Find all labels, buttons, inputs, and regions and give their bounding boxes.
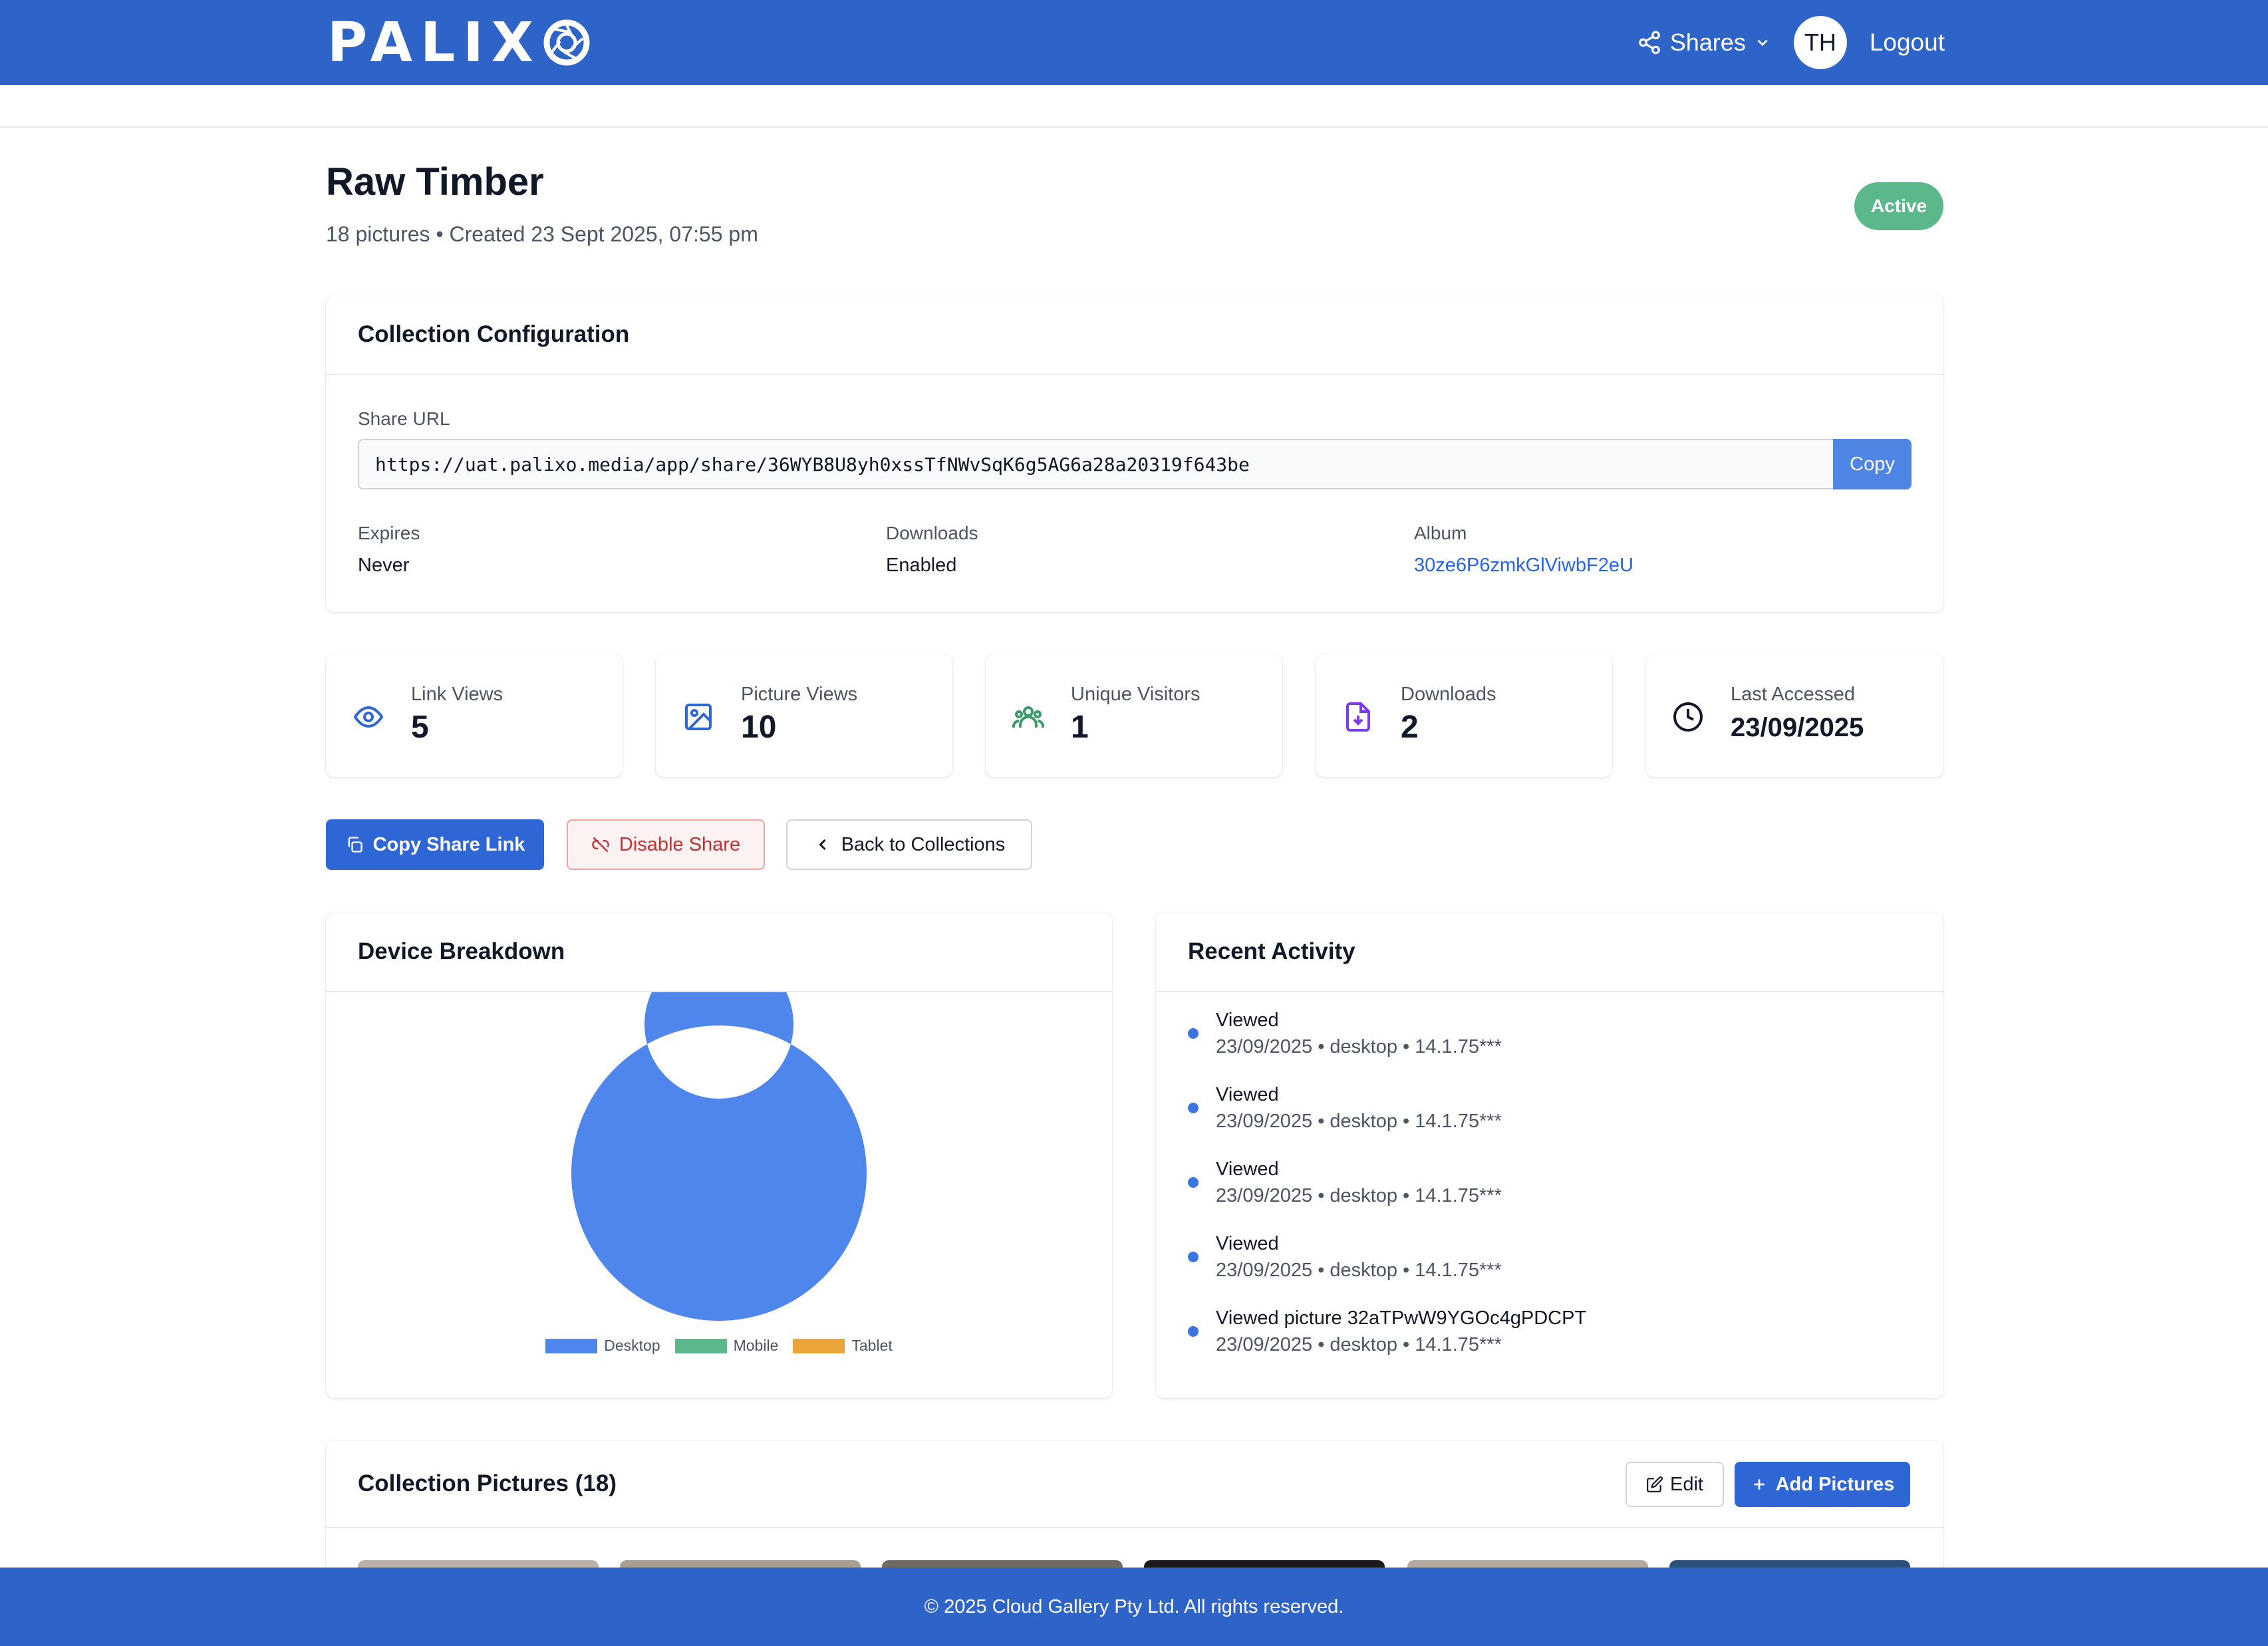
page-title: Raw Timber: [326, 160, 544, 204]
chevron-down-icon: [1757, 39, 1768, 47]
activity-dot: [1188, 1103, 1199, 1113]
plus-icon: [1753, 1479, 1765, 1490]
users-icon: [1012, 706, 1044, 728]
stat-value: 10: [741, 710, 777, 745]
clock-icon: [1673, 702, 1703, 732]
disable-share-button[interactable]: Disable Share: [567, 819, 765, 870]
stat-card-picture-views: Picture Views 10: [656, 654, 952, 777]
eye-icon: [353, 706, 384, 728]
downloads-label: Downloads: [886, 523, 978, 543]
stat-label: Downloads: [1401, 684, 1496, 705]
stat-label: Unique Visitors: [1071, 684, 1201, 705]
edit-icon: [1647, 1476, 1663, 1492]
recent-activity-card: Recent Activity Viewed 23/09/2025 • desk…: [1156, 912, 1943, 1398]
logo-text: PALIX: [327, 11, 542, 74]
stat-label: Last Accessed: [1731, 684, 1855, 705]
page-footer: © 2025 Cloud Gallery Pty Ltd. All rights…: [0, 1568, 2268, 1646]
shares-menu-button[interactable]: Shares: [1637, 29, 1771, 57]
card-heading: Recent Activity: [1156, 912, 1943, 992]
share-url-label: Share URL: [358, 408, 450, 429]
legend-item-tablet[interactable]: Tablet: [793, 1337, 893, 1355]
status-badge: Active: [1854, 182, 1943, 230]
add-pictures-button[interactable]: Add Pictures: [1735, 1462, 1910, 1507]
file-download-icon: [1346, 702, 1370, 732]
downloads-value: Enabled: [886, 555, 957, 576]
album-link[interactable]: 30ze6P6zmkGlViwbF2eU: [1414, 555, 1633, 577]
sub-header-divider: [0, 85, 2268, 128]
stat-value: 5: [411, 710, 429, 745]
stat-label: Link Views: [411, 684, 503, 705]
device-breakdown-card: Device Breakdown Desktop Mobile Tablet: [326, 912, 1112, 1398]
chevron-left-icon: [819, 839, 826, 851]
legend-label: Mobile: [733, 1337, 779, 1354]
footer-copyright: © 2025 Cloud Gallery Pty Ltd. All rights…: [924, 1595, 1344, 1617]
activity-dot: [1188, 1252, 1199, 1262]
activity-meta: 23/09/2025 • desktop • 14.1.75***: [1216, 1334, 1502, 1355]
logout-link[interactable]: Logout: [1870, 29, 1945, 57]
copy-share-link-button[interactable]: Copy Share Link: [326, 819, 544, 870]
activity-title: Viewed: [1216, 1084, 1279, 1105]
legend-item-desktop[interactable]: Desktop: [545, 1337, 660, 1355]
activity-dot: [1188, 1326, 1199, 1337]
button-label: Add Pictures: [1775, 1473, 1895, 1495]
button-label: Disable Share: [619, 833, 741, 855]
nav-right: Shares TH Logout: [1637, 13, 1945, 72]
back-to-collections-button[interactable]: Back to Collections: [786, 819, 1032, 870]
stat-value: 1: [1071, 710, 1089, 745]
legend-swatch: [545, 1338, 598, 1353]
collection-configuration-card: Collection Configuration Share URL https…: [326, 295, 1943, 612]
shares-label: Shares: [1669, 29, 1746, 56]
aperture-icon: [543, 19, 590, 66]
chart-legend: Desktop Mobile Tablet: [326, 1337, 1112, 1355]
legend-swatch: [674, 1338, 727, 1353]
collection-meta: 18 pictures • Created 23 Sept 2025, 07:5…: [326, 222, 758, 246]
button-label: Copy Share Link: [372, 833, 525, 855]
card-heading: Collection Configuration: [326, 295, 1943, 375]
palixo-logo[interactable]: PALIX: [327, 11, 591, 74]
activity-meta: 23/09/2025 • desktop • 14.1.75***: [1216, 1185, 1502, 1206]
activity-title: Viewed: [1216, 1010, 1279, 1031]
album-label: Album: [1414, 523, 1467, 543]
stat-card-unique-visitors: Unique Visitors 1: [986, 654, 1282, 777]
activity-title: Viewed picture 32aTPwW9YGOc4gPDCPT: [1216, 1307, 1587, 1329]
expires-label: Expires: [358, 523, 420, 543]
activity-title: Viewed: [1216, 1233, 1279, 1254]
stat-card-last-accessed: Last Accessed 23/09/2025: [1645, 654, 1943, 777]
card-heading: Device Breakdown: [326, 912, 1112, 992]
legend-swatch: [793, 1338, 845, 1353]
copy-icon: [348, 837, 362, 853]
edit-pictures-button[interactable]: Edit: [1626, 1462, 1724, 1507]
expires-value: Never: [358, 555, 410, 576]
activity-meta: 23/09/2025 • desktop • 14.1.75***: [1216, 1111, 1502, 1132]
image-icon: [685, 704, 712, 730]
top-navbar: PALIX Shares TH Logout: [0, 0, 2268, 85]
activity-meta: 23/09/2025 • desktop • 14.1.75***: [1216, 1036, 1502, 1057]
activity-title: Viewed: [1216, 1159, 1279, 1180]
stat-value: 2: [1401, 710, 1419, 745]
button-label: Back to Collections: [841, 833, 1006, 855]
activity-dot: [1188, 1028, 1199, 1039]
activity-dot: [1188, 1177, 1199, 1188]
activity-meta: 23/09/2025 • desktop • 14.1.75***: [1216, 1260, 1502, 1281]
copy-url-button[interactable]: Copy: [1833, 439, 1912, 489]
user-avatar[interactable]: TH: [1793, 16, 1847, 69]
stat-card-downloads: Downloads 2: [1316, 654, 1612, 777]
stat-label: Picture Views: [741, 684, 858, 705]
unlink-icon: [592, 837, 609, 853]
share-url-input[interactable]: https://uat.palixo.media/app/share/36WYB…: [358, 439, 1834, 489]
share-icon: [1638, 31, 1660, 55]
stat-value: 23/09/2025: [1731, 713, 1864, 742]
legend-label: Desktop: [604, 1337, 660, 1354]
legend-label: Tablet: [851, 1337, 893, 1354]
button-label: Edit: [1670, 1473, 1703, 1495]
stat-card-link-views: Link Views 5: [326, 654, 623, 777]
legend-item-mobile[interactable]: Mobile: [674, 1337, 779, 1355]
